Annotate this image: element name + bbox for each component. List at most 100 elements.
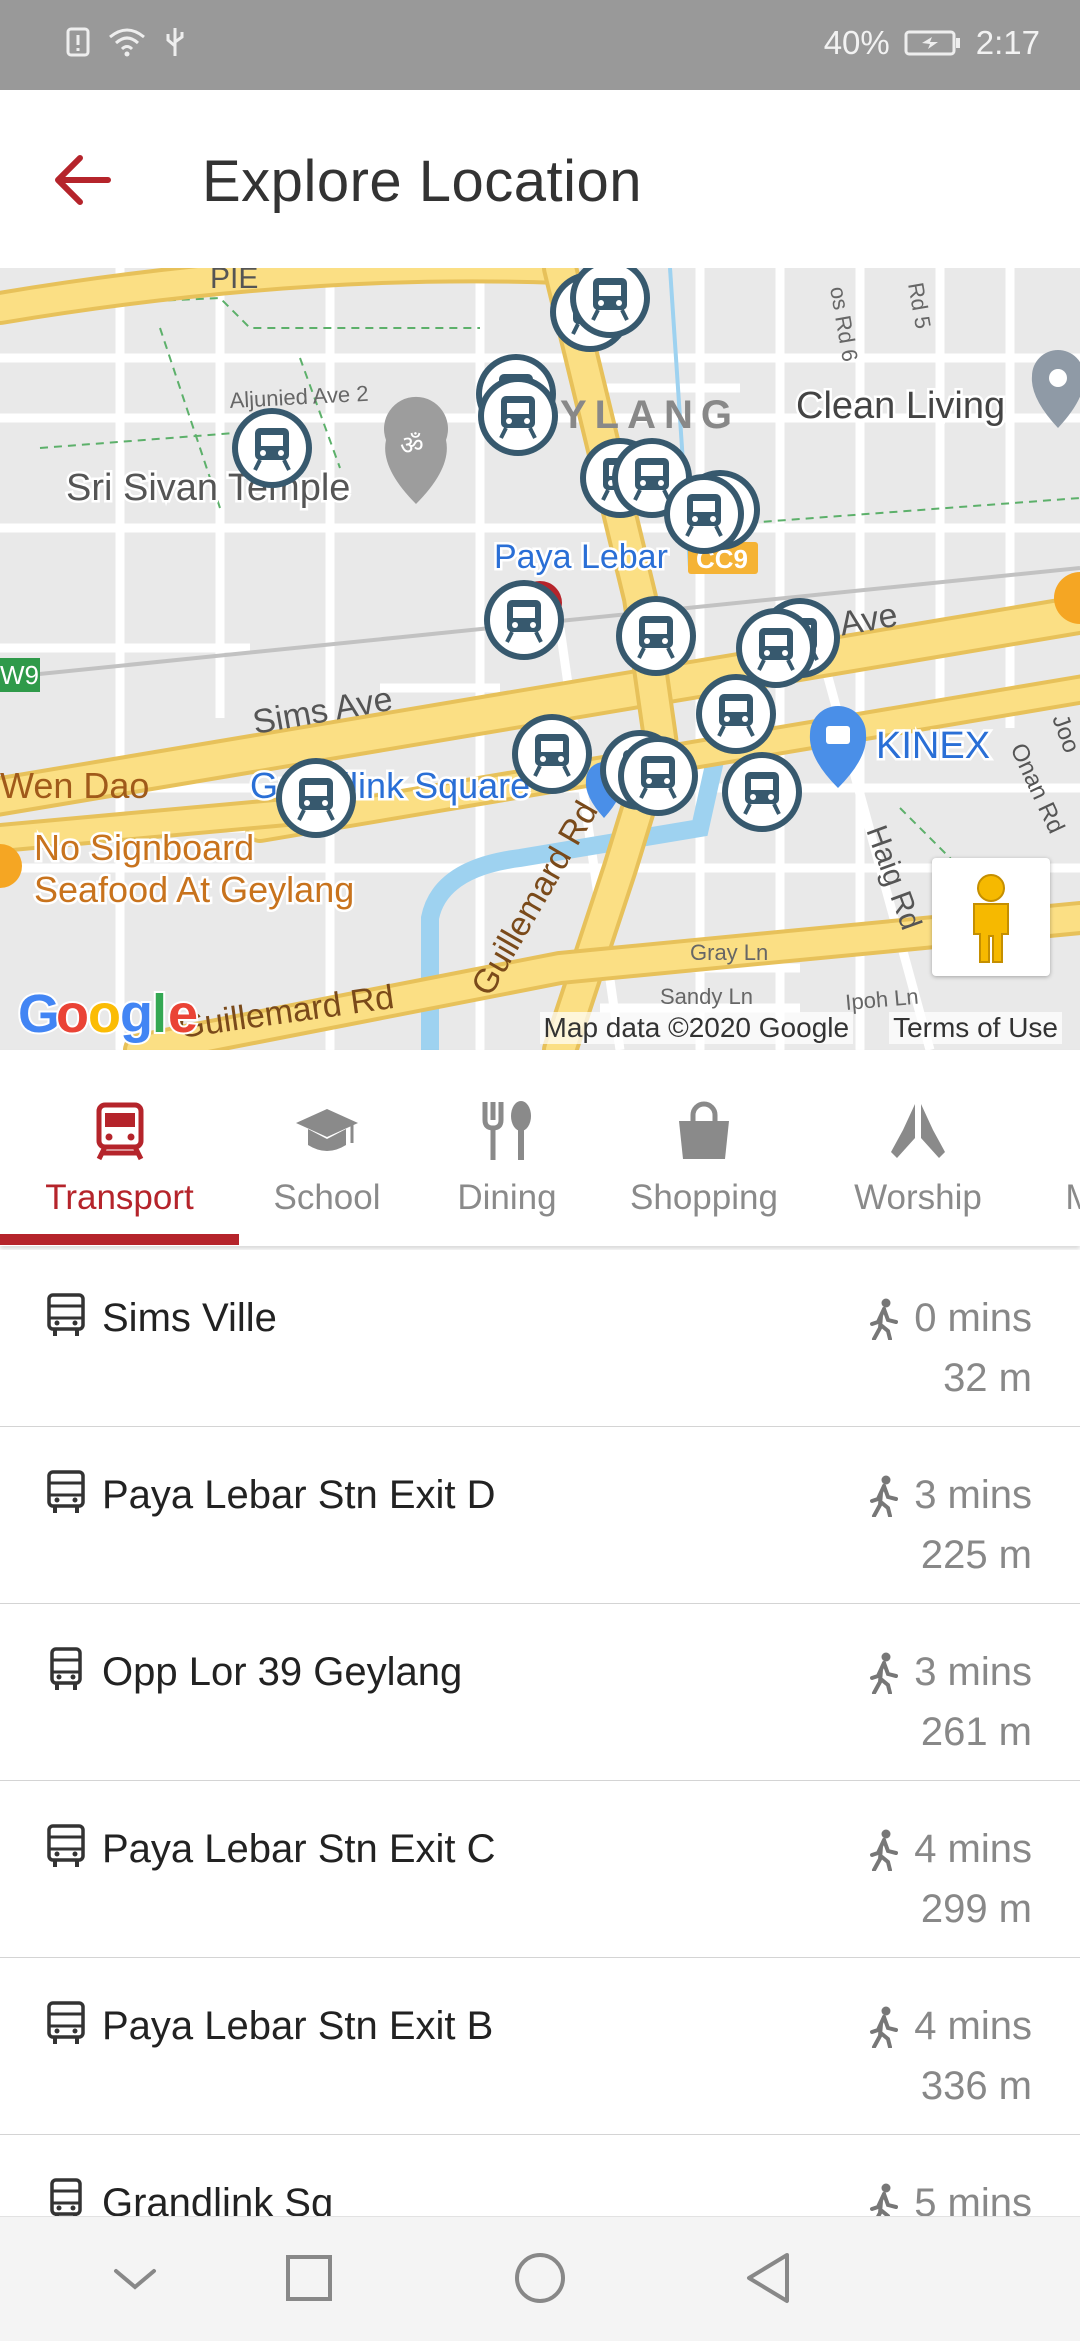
nav-hide-button[interactable] xyxy=(100,2247,170,2311)
svg-text:l: l xyxy=(152,984,167,1044)
tab-dining[interactable]: Dining xyxy=(432,1050,582,1246)
praying-hands-icon xyxy=(891,1104,945,1158)
walk-time: 3 mins xyxy=(868,1473,1032,1518)
walk-minutes: 0 mins xyxy=(914,1296,1032,1340)
walking-icon xyxy=(870,2006,899,2048)
map-label-clean-living: Clean Living xyxy=(796,385,1005,427)
wifi-icon xyxy=(109,28,145,57)
pegman-icon xyxy=(973,874,1009,963)
chevron-down-icon xyxy=(114,2269,156,2290)
bus-icon xyxy=(50,1647,82,1690)
map-label-pie: PIE xyxy=(210,268,258,295)
app-bar: Explore Location xyxy=(0,90,1080,268)
tab-transport[interactable]: Transport xyxy=(0,1050,239,1246)
arrow-left-icon xyxy=(55,155,111,205)
svg-text:ॐ: ॐ xyxy=(400,430,424,460)
walk-time: 4 mins xyxy=(868,2004,1032,2049)
transport-marker[interactable] xyxy=(722,752,802,832)
list-item[interactable]: Opp Lor 39 Geylang 3 mins 261 m xyxy=(0,1604,1080,1781)
map-label-sandy-ln: Sandy Ln xyxy=(660,984,753,1009)
transport-marker[interactable] xyxy=(276,758,356,838)
page-title: Explore Location xyxy=(202,149,643,214)
walk-minutes: 4 mins xyxy=(914,1827,1032,1871)
transport-marker[interactable] xyxy=(616,596,696,676)
nav-recents-button[interactable] xyxy=(274,2247,344,2311)
place-list: Sims Ville 0 mins 32 m Paya Lebar Stn Ex… xyxy=(0,1250,1080,2312)
shopping-bag-icon xyxy=(679,1101,729,1159)
usb-icon xyxy=(166,28,184,56)
nav-home-button[interactable] xyxy=(505,2247,575,2311)
svg-text:o: o xyxy=(88,984,121,1044)
train-icon xyxy=(96,1102,143,1161)
transport-marker[interactable] xyxy=(484,580,564,660)
place-name: Opp Lor 39 Geylang xyxy=(102,1650,463,1694)
status-icons-left xyxy=(66,26,186,58)
tab-dining-label: Dining xyxy=(457,1178,557,1217)
place-name: Paya Lebar Stn Exit C xyxy=(102,1827,496,1871)
back-button[interactable] xyxy=(40,140,130,220)
tab-worship[interactable]: Worship xyxy=(838,1050,998,1246)
square-icon xyxy=(286,2255,332,2301)
svg-text:o: o xyxy=(56,984,89,1044)
walking-icon xyxy=(870,1652,899,1694)
tab-more[interactable]: M xyxy=(1040,1050,1080,1246)
bus-icon xyxy=(47,2001,85,2044)
list-item[interactable]: Paya Lebar Stn Exit B 4 mins 336 m xyxy=(0,1958,1080,2135)
walk-minutes: 4 mins xyxy=(914,2004,1032,2048)
system-nav-bar xyxy=(0,2216,1080,2341)
transport-marker[interactable] xyxy=(512,714,592,794)
google-logo: G o o g l e xyxy=(16,982,200,1046)
bus-icon xyxy=(47,1470,85,1513)
battery-icon xyxy=(904,30,960,56)
map-label-no-signboard-2: Seafood At Geylang xyxy=(34,869,354,910)
transport-marker[interactable] xyxy=(478,376,558,456)
bus-icon xyxy=(47,1293,85,1336)
place-name: Paya Lebar Stn Exit B xyxy=(102,2004,494,2048)
map-label-wen-dao: Wen Dao xyxy=(0,765,149,806)
transport-marker[interactable] xyxy=(618,736,698,816)
svg-text:g: g xyxy=(120,984,153,1044)
map-canvas[interactable]: PIE Aljunied Ave 2 Sri Sivan Temple YLAN… xyxy=(0,268,1080,1050)
map-label-no-signboard-1: No Signboard xyxy=(34,827,254,868)
map-label-geylang: YLANG xyxy=(560,393,740,437)
map-label-gray-ln: Gray Ln xyxy=(690,940,768,965)
status-icons-right: 40% 2:17 xyxy=(824,24,1040,62)
circle-icon xyxy=(515,2253,565,2303)
terms-of-use-link[interactable]: Terms of Use xyxy=(889,1012,1062,1044)
tab-shopping[interactable]: Shopping xyxy=(614,1050,794,1246)
list-item[interactable]: Sims Ville 0 mins 32 m xyxy=(0,1250,1080,1427)
place-name: Sims Ville xyxy=(102,1296,277,1340)
map-label-kinex: KINEX xyxy=(876,725,990,767)
map-view[interactable]: PIE Aljunied Ave 2 Sri Sivan Temple YLAN… xyxy=(0,268,1080,1050)
walk-minutes: 3 mins xyxy=(914,1650,1032,1694)
status-bar: 40% 2:17 xyxy=(0,0,1080,90)
svg-text:e: e xyxy=(168,984,198,1044)
battery-percent: 40% xyxy=(823,24,890,61)
fork-spoon-icon xyxy=(482,1101,531,1160)
distance: 261 m xyxy=(920,1710,1032,1754)
map-attribution: Map data ©2020 Google Terms of Use xyxy=(539,1012,1062,1044)
map-label-w9: W9 xyxy=(0,660,39,690)
walk-time: 0 mins xyxy=(868,1296,1032,1341)
distance: 336 m xyxy=(920,2064,1032,2108)
active-tab-indicator xyxy=(0,1234,239,1245)
street-view-pegman[interactable] xyxy=(932,858,1050,976)
transport-marker[interactable] xyxy=(696,674,776,754)
graduation-cap-icon xyxy=(296,1109,358,1151)
list-item[interactable]: Paya Lebar Stn Exit D 3 mins 225 m xyxy=(0,1427,1080,1604)
walking-icon xyxy=(870,1829,899,1871)
transport-marker[interactable] xyxy=(664,474,744,554)
walk-time: 3 mins xyxy=(868,1650,1032,1695)
walk-time: 4 mins xyxy=(868,1827,1032,1872)
map-label-sri-sivan: Sri Sivan Temple xyxy=(66,467,350,509)
svg-text:G: G xyxy=(18,984,60,1044)
distance: 32 m xyxy=(943,1356,1032,1400)
distance: 299 m xyxy=(920,1887,1032,1931)
tab-shopping-label: Shopping xyxy=(630,1178,778,1217)
place-name: Paya Lebar Stn Exit D xyxy=(102,1473,496,1517)
tab-school[interactable]: School xyxy=(252,1050,402,1246)
list-item[interactable]: Paya Lebar Stn Exit C 4 mins 299 m xyxy=(0,1781,1080,1958)
tab-transport-label: Transport xyxy=(45,1178,194,1217)
transport-marker[interactable] xyxy=(232,408,312,488)
nav-back-button[interactable] xyxy=(735,2247,805,2311)
